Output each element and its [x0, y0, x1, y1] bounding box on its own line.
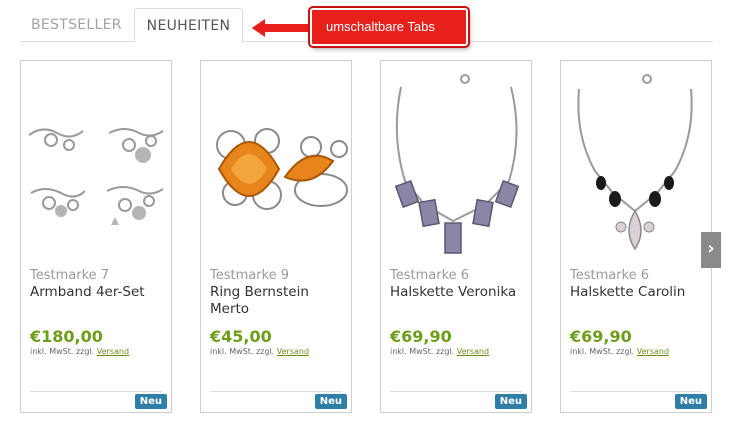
product-card[interactable]: Testmarke 6 Halskette Veronika €69,90 in… — [380, 60, 532, 413]
product-card[interactable]: Testmarke 7 Armband 4er-Set €180,00 inkl… — [20, 60, 172, 413]
vat-text: inkl. MwSt. zzgl. — [390, 347, 455, 356]
shipping-link[interactable]: Versand — [637, 347, 669, 356]
product-price: €69,90 — [390, 327, 452, 346]
product-name[interactable]: Halskette Carolin — [570, 284, 710, 301]
product-name[interactable]: Armband 4er-Set — [30, 284, 170, 301]
vat-text: inkl. MwSt. zzgl. — [30, 347, 95, 356]
charm-bracelets-image[interactable] — [21, 65, 171, 255]
card-divider — [30, 391, 162, 392]
product-brand: Testmarke 7 — [30, 268, 110, 283]
product-price: €180,00 — [30, 327, 103, 346]
product-brand: Testmarke 6 — [570, 268, 650, 283]
vat-note: inkl. MwSt. zzgl. Versand — [210, 347, 309, 356]
shipping-link[interactable]: Versand — [277, 347, 309, 356]
card-divider — [210, 391, 342, 392]
fluorite-necklace-image[interactable] — [381, 65, 531, 255]
annotation-arrow-icon — [248, 15, 311, 41]
product-name[interactable]: Halskette Veronika — [390, 284, 530, 301]
new-badge: Neu — [314, 394, 347, 409]
new-badge: Neu — [134, 394, 167, 409]
vat-text: inkl. MwSt. zzgl. — [210, 347, 275, 356]
card-divider — [570, 391, 702, 392]
product-brand: Testmarke 9 — [210, 268, 290, 283]
annotation-callout: umschaltbare Tabs — [310, 8, 468, 46]
shipping-link[interactable]: Versand — [457, 347, 489, 356]
product-brand: Testmarke 6 — [390, 268, 470, 283]
new-badge: Neu — [494, 394, 527, 409]
product-card[interactable]: Testmarke 6 Halskette Carolin €69,90 ink… — [560, 60, 712, 413]
product-price: €69,90 — [570, 327, 632, 346]
product-name[interactable]: Ring Bernstein Merto — [210, 284, 350, 318]
vat-note: inkl. MwSt. zzgl. Versand — [570, 347, 669, 356]
carousel-next-button[interactable]: › — [701, 232, 721, 268]
tab-neuheiten[interactable]: NEUHEITEN — [134, 8, 243, 43]
product-card[interactable]: Testmarke 9 Ring Bernstein Merto €45,00 … — [200, 60, 352, 413]
tab-bestseller[interactable]: BESTSELLER — [31, 8, 122, 42]
vat-note: inkl. MwSt. zzgl. Versand — [30, 347, 129, 356]
vat-note: inkl. MwSt. zzgl. Versand — [390, 347, 489, 356]
card-divider — [390, 391, 522, 392]
shipping-link[interactable]: Versand — [97, 347, 129, 356]
new-badge: Neu — [674, 394, 707, 409]
product-price: €45,00 — [210, 327, 272, 346]
amber-ring-image[interactable] — [201, 65, 351, 255]
onyx-necklace-image[interactable] — [561, 65, 711, 255]
vat-text: inkl. MwSt. zzgl. — [570, 347, 635, 356]
chevron-right-icon: › — [707, 238, 715, 259]
